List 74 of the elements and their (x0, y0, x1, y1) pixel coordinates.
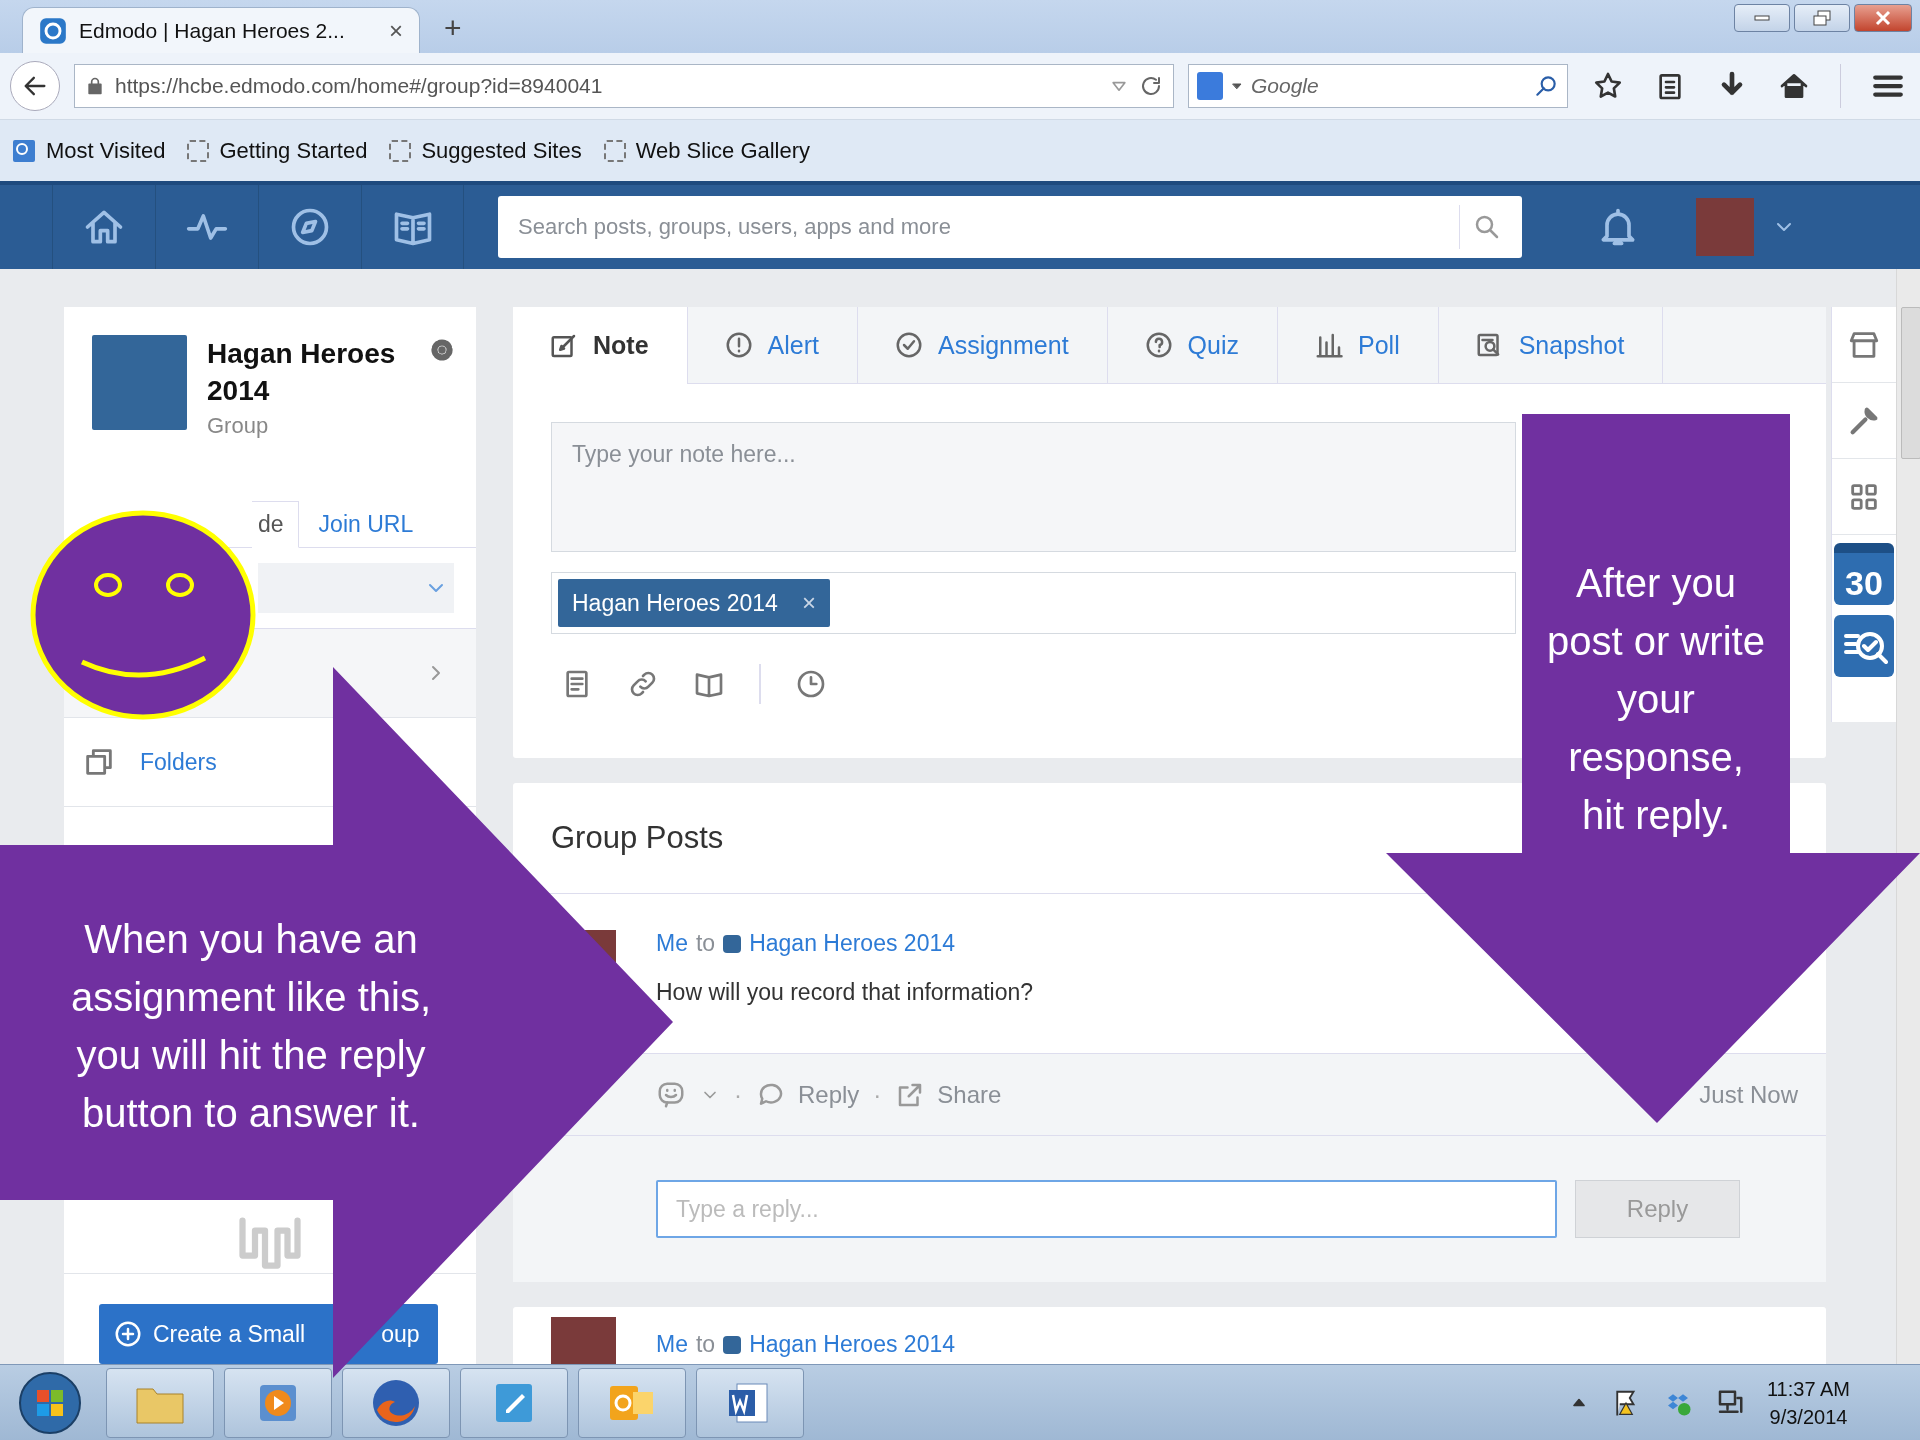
search-icon[interactable] (1533, 73, 1559, 99)
bookmark[interactable]: Web Slice Gallery (599, 137, 815, 164)
remove-button[interactable]: × (801, 589, 816, 617)
url-text: https://hcbe.edmodo.com/home#/group?id=8940041 (115, 74, 604, 98)
snapshot-button[interactable] (1834, 615, 1894, 677)
web-search-field[interactable]: Google (1188, 64, 1568, 108)
folder-taskbar-icon[interactable] (106, 1367, 214, 1438)
plus-circle-icon (113, 1319, 143, 1349)
browser-taskbar-icon[interactable] (342, 1367, 450, 1438)
reply-link[interactable]: Reply (756, 1079, 860, 1110)
calendar-button[interactable]: 30 (1834, 543, 1894, 605)
callout-text: When you have an assignment like this, you will hit the reply button to answer it. (69, 916, 433, 1137)
note-field[interactable]: Type your note here... (551, 422, 1516, 552)
back-button[interactable] (10, 61, 60, 111)
clock-icon[interactable] (795, 668, 827, 700)
bookmark-icon (12, 138, 36, 163)
new-tab-button[interactable]: + (438, 11, 468, 45)
close-button[interactable] (1854, 4, 1912, 32)
folders-link[interactable]: Folders (140, 748, 448, 776)
share-link[interactable]: Share (895, 1079, 1002, 1110)
caret-icon (1231, 80, 1243, 92)
avatar-photo-placeholder (551, 1317, 616, 1364)
to-text: to (695, 930, 716, 957)
bookmark[interactable]: Getting Started (183, 137, 372, 164)
sender-link[interactable]: Me (656, 930, 688, 957)
recipients-field[interactable]: Hagan Heroes 2014 × (551, 572, 1516, 634)
browser-tab[interactable]: Edmodo | Hagan Heroes 2... × (22, 7, 420, 53)
post-time: Just Now (1699, 1080, 1798, 1109)
book-nav-icon[interactable] (361, 185, 464, 269)
group-icon (723, 934, 742, 953)
scrollbar[interactable] (1896, 269, 1920, 1364)
group-link[interactable]: Hagan Heroes 2014 (749, 1331, 955, 1358)
separator-dot: · (734, 1080, 742, 1109)
mail-taskbar-icon[interactable] (578, 1367, 686, 1438)
tab-title: Edmodo | Hagan Heroes 2... (79, 18, 346, 43)
group-name: Hagan Heroes 2014 (207, 337, 397, 408)
composer-tab[interactable]: Assignment (857, 307, 1108, 383)
composer-tab[interactable]: Note (513, 307, 688, 384)
group-tab[interactable]: de (252, 501, 299, 548)
lock-icon (85, 75, 105, 97)
recipient-chip: Hagan Heroes 2014 × (558, 579, 830, 627)
notepad-taskbar-icon[interactable] (460, 1367, 568, 1438)
search-placeholder: Google (1251, 74, 1320, 98)
bookmark[interactable]: Suggested Sites (385, 137, 586, 164)
group-link[interactable]: Hagan Heroes 2014 (749, 930, 955, 957)
composer-tab[interactable]: Alert (687, 307, 858, 383)
restore-button[interactable] (1794, 4, 1850, 32)
sender-link[interactable]: Me (656, 1331, 688, 1358)
site-search-field[interactable]: Search posts, groups, users, apps and more (498, 196, 1522, 258)
clock[interactable]: 11:37 AM 9/3/2014 (1766, 1374, 1850, 1431)
minimize-icon (1754, 15, 1770, 21)
composer-tab[interactable]: Quiz (1107, 307, 1278, 383)
separator-dot: · (873, 1080, 882, 1109)
search-placeholder: Search posts, groups, users, apps and more (518, 214, 952, 240)
restore-icon (1813, 10, 1831, 26)
address-bar[interactable]: https://hcbe.edmodo.com/home#/group?id=8940041 (74, 64, 1174, 108)
edmodo-logo-icon (39, 16, 67, 45)
post-text: How will you record that information? (656, 979, 1034, 1006)
minimize-button[interactable] (1734, 4, 1790, 32)
group-tab[interactable]: Join URL (298, 501, 434, 547)
group-type: Group (207, 413, 270, 439)
composer-tab[interactable]: Poll (1278, 307, 1439, 383)
note-input[interactable]: Type your note here... (572, 441, 1495, 533)
bookmark[interactable]: Most Visited (8, 137, 170, 164)
document-taskbar-icon[interactable] (696, 1367, 804, 1438)
reply-field[interactable]: Type a reply... (656, 1180, 1557, 1238)
group-icon (723, 1335, 742, 1354)
media-player-taskbar-icon[interactable] (224, 1367, 332, 1438)
close-icon (1874, 10, 1892, 26)
reload-icon[interactable] (1139, 74, 1163, 98)
composer-tab[interactable]: Snapshot (1438, 307, 1664, 383)
tab-close-button[interactable]: × (389, 16, 403, 45)
to-text: to (695, 1331, 716, 1358)
reply-button[interactable]: Reply (1575, 1180, 1740, 1238)
